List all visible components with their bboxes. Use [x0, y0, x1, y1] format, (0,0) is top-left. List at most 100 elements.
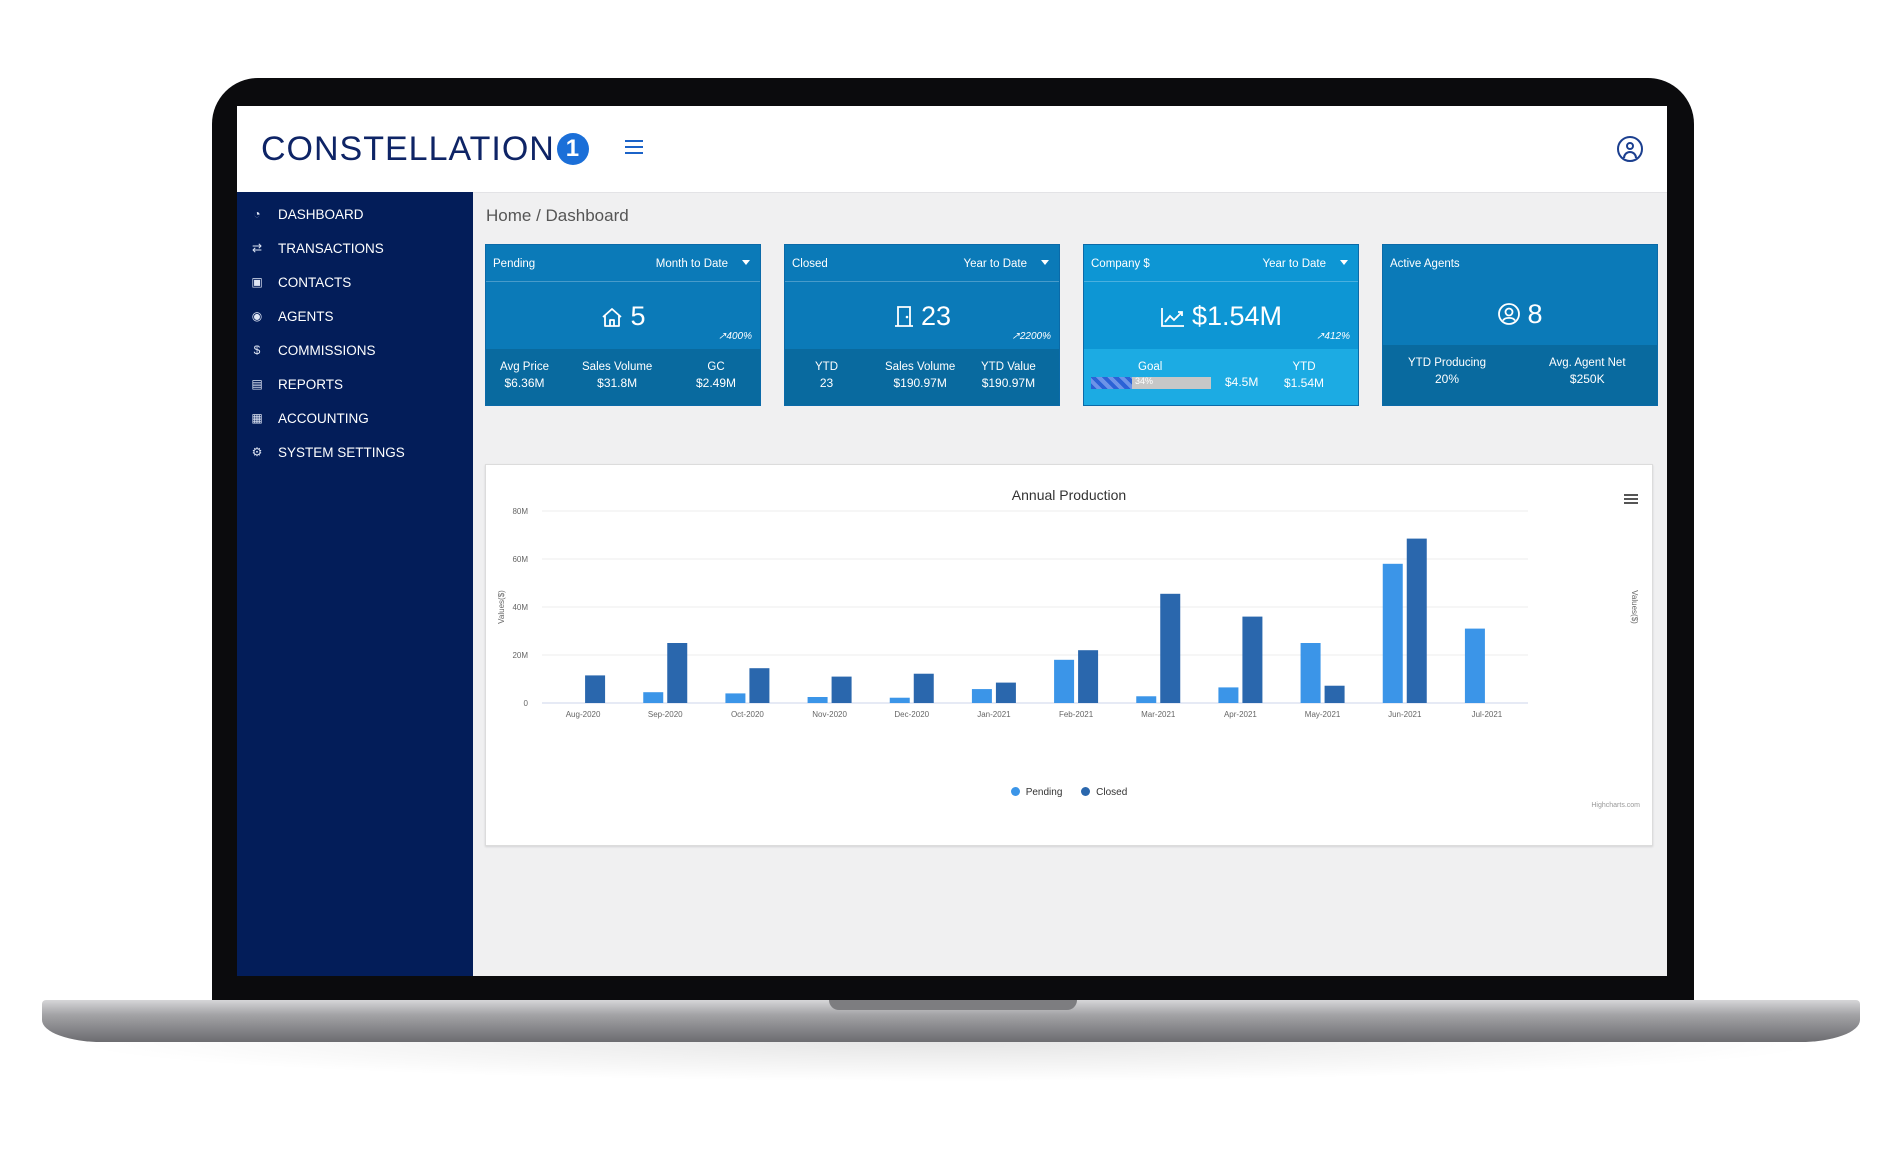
trend-chart-icon: [1161, 308, 1184, 327]
legend-item-closed[interactable]: Closed: [1081, 787, 1127, 798]
sidebar-item-label: ACCOUNTING: [278, 410, 369, 426]
user-account-icon[interactable]: [1617, 136, 1643, 162]
bar-pending: [1382, 563, 1403, 703]
card-header: Pending Month to Date: [486, 245, 760, 282]
pending-card[interactable]: Pending Month to Date 5 ↗400% Avg Price $…: [485, 244, 761, 406]
caret-down-icon: [742, 260, 750, 265]
house-icon: [602, 308, 623, 327]
sidebar-item-dashboard[interactable]: ◔ DASHBOARD: [249, 200, 363, 228]
bar-closed: [995, 682, 1016, 703]
bar-pending: [643, 692, 664, 703]
bar-closed: [749, 668, 770, 703]
bar-pending: [1300, 643, 1321, 703]
breadcrumb-home-link[interactable]: Home: [486, 206, 531, 225]
card-footer: YTD 23 Sales Volume $190.97M YTD Value $190…: [785, 349, 1059, 405]
legend-dot: [1010, 787, 1020, 796]
sidebar-item-commissions[interactable]: $ COMMISSIONS: [249, 336, 376, 364]
goal-progress-fill: [1091, 377, 1132, 389]
y-tick-label: 0: [524, 699, 529, 708]
x-tick-label: Dec-2020: [894, 710, 929, 719]
gauge-icon: ◔: [253, 207, 261, 221]
bar-closed: [1160, 593, 1181, 703]
stat-gc: GC $2.49M: [696, 361, 737, 390]
arrows-icon: ⇄: [251, 241, 263, 255]
bar-pending: [1218, 687, 1239, 703]
card-title: Active Agents: [1390, 258, 1460, 270]
sidebar: ◔ DASHBOARD ⇄ TRANSACTIONS ▣ CONTACTS ◉ …: [237, 192, 473, 976]
sidebar-item-label: SYSTEM SETTINGS: [278, 444, 405, 460]
sidebar-item-label: COMMISSIONS: [278, 342, 376, 358]
company-dollar-card[interactable]: Company $ Year to Date $1.54M ↗412% Goal…: [1083, 244, 1359, 406]
x-tick-label: Jan-2021: [977, 710, 1011, 719]
y-tick-label: 80M: [512, 507, 528, 516]
sidebar-item-transactions[interactable]: ⇄ TRANSACTIONS: [249, 234, 384, 262]
menu-toggle-icon[interactable]: [625, 140, 643, 156]
stat-avg-agent-net: Avg. Agent Net $250K: [1549, 357, 1626, 386]
period-dropdown[interactable]: Year to Date: [963, 258, 1049, 270]
bar-closed: [831, 676, 852, 703]
bar-closed: [1078, 650, 1099, 703]
sidebar-item-label: REPORTS: [278, 376, 344, 392]
bar-pending: [807, 697, 828, 703]
x-tick-label: Aug-2020: [566, 710, 601, 719]
y-axis-title: Values($): [497, 590, 506, 624]
sidebar-item-accounting[interactable]: ▦ ACCOUNTING: [249, 404, 369, 432]
card-value: 5: [486, 301, 760, 332]
x-tick-label: Nov-2020: [812, 710, 847, 719]
card-footer: Goal 34% $4.5M YTD $1.54M: [1084, 349, 1358, 405]
goal-progress-bar: 34%: [1091, 376, 1211, 389]
card-title: Company $: [1091, 258, 1150, 270]
caret-down-icon: [1041, 260, 1049, 265]
legend-dot: [1081, 787, 1091, 796]
card-header: Active Agents: [1383, 245, 1657, 281]
bar-closed: [1324, 685, 1345, 703]
breadcrumb-separator: /: [531, 206, 546, 225]
card-value: $1.54M: [1084, 301, 1358, 332]
closed-card[interactable]: Closed Year to Date 23 ↗2200% YTD 23 Sale…: [784, 244, 1060, 406]
bar-closed: [1406, 538, 1427, 703]
laptop-shadow: [60, 1042, 1840, 1082]
sidebar-item-agents[interactable]: ◉ AGENTS: [249, 302, 334, 330]
bar-pending: [1464, 628, 1485, 703]
annual-production-chart-card: Annual Production 0 20M 40M 60M 80M Values($)…: [485, 464, 1653, 846]
bar-pending: [971, 689, 992, 703]
chart-legend: Pending Closed: [486, 787, 1652, 798]
ledger-grid-icon: ▦: [251, 411, 263, 425]
bar-closed: [913, 673, 934, 703]
stat-ytd-value: YTD Value $190.97M: [981, 361, 1036, 390]
chart-credits[interactable]: Highcharts.com: [1591, 802, 1640, 809]
logo-badge: 1: [556, 133, 589, 165]
logo-text: CONSTELLATION: [261, 130, 555, 168]
goal-label: Goal: [1138, 361, 1163, 373]
card-header: Closed Year to Date: [785, 245, 1059, 282]
user-circle-icon: [1498, 303, 1521, 325]
stat-sales-volume: Sales Volume $190.97M: [885, 361, 956, 390]
bar-pending: [1136, 696, 1157, 703]
sidebar-item-reports[interactable]: ▤ REPORTS: [249, 370, 343, 398]
goal-percent: 34%: [1135, 376, 1154, 386]
stat-ytd: YTD $1.54M: [1284, 361, 1325, 390]
bar-pending: [725, 693, 746, 703]
sidebar-item-system-settings[interactable]: ⚙ SYSTEM SETTINGS: [249, 438, 405, 466]
breadcrumb-current: Dashboard: [545, 206, 629, 225]
change-percent: ↗400%: [718, 331, 752, 342]
card-value: 8: [1383, 299, 1657, 330]
change-percent: ↗412%: [1316, 331, 1350, 342]
address-book-icon: ▣: [251, 275, 263, 289]
brand-logo[interactable]: CONSTELLATION 1: [261, 130, 589, 169]
active-agents-card[interactable]: Active Agents 8 YTD Producing 20% Avg. Ag…: [1382, 244, 1658, 406]
sidebar-item-label: AGENTS: [278, 308, 334, 324]
goal-amount: $4.5M: [1225, 375, 1259, 389]
y-axis-title-right: Values($): [1630, 590, 1639, 624]
sidebar-item-contacts[interactable]: ▣ CONTACTS: [249, 268, 351, 296]
x-tick-label: Jun-2021: [1388, 710, 1422, 719]
period-dropdown[interactable]: Year to Date: [1262, 258, 1348, 270]
stat-ytd-producing: YTD Producing 20%: [1408, 357, 1486, 386]
sidebar-item-label: TRANSACTIONS: [278, 240, 384, 256]
x-tick-label: May-2021: [1305, 710, 1341, 719]
period-dropdown[interactable]: Month to Date: [656, 258, 750, 270]
user-circle-icon: ◉: [251, 309, 263, 323]
app-screen: CONSTELLATION 1 ◔ DASHBOARD ⇄ TRANSACTION…: [237, 106, 1667, 976]
legend-item-pending[interactable]: Pending: [1010, 787, 1062, 798]
x-tick-label: Mar-2021: [1141, 710, 1176, 719]
